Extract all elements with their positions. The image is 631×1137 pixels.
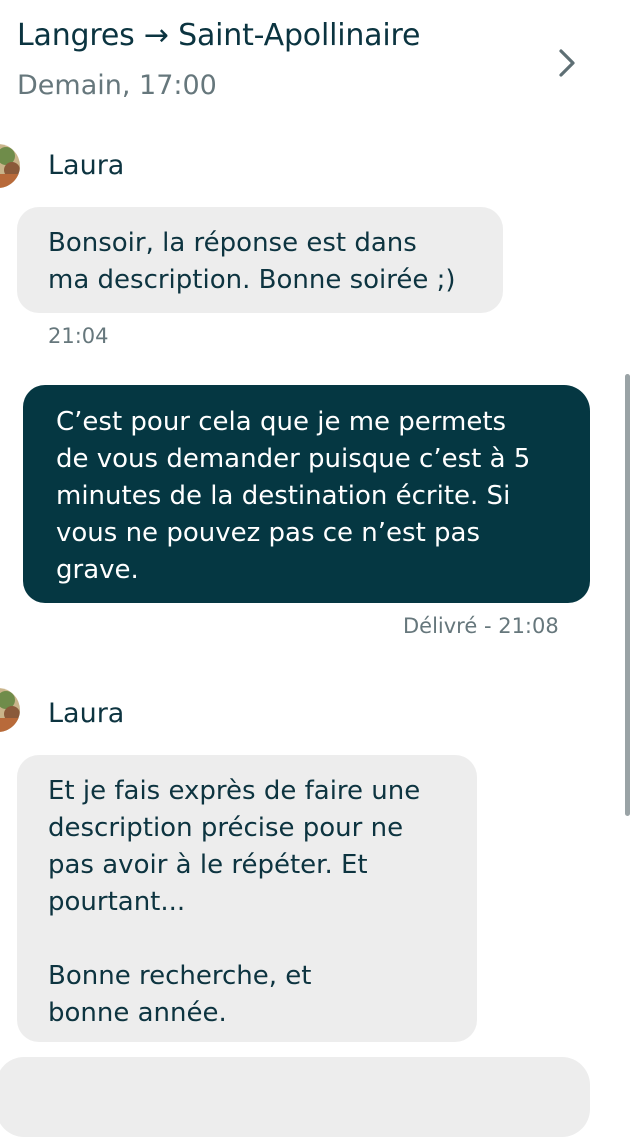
- message-bubble-outgoing: C’est pour cela que je me permets de vou…: [23, 385, 590, 603]
- chevron-right-icon[interactable]: [552, 46, 582, 80]
- trip-header[interactable]: Langres → Saint-Apollinaire Demain, 17:0…: [0, 0, 631, 120]
- trip-route: Langres → Saint-Apollinaire: [17, 18, 421, 53]
- message-line: grave.: [56, 555, 139, 585]
- sender-name: Laura: [48, 698, 125, 729]
- delivery-status: Délivré - 21:08: [403, 614, 559, 638]
- message-composer[interactable]: [0, 1057, 590, 1137]
- avatar[interactable]: [0, 688, 20, 732]
- avatar[interactable]: [0, 144, 20, 188]
- message-line: de vous demander puisque c’est à 5: [56, 444, 531, 474]
- message-line: Bonne recherche, et: [48, 961, 312, 991]
- sender-name: Laura: [48, 150, 125, 181]
- message-bubble-incoming: Et je fais exprès de faire une descripti…: [17, 755, 477, 1042]
- message-line: pourtant...: [48, 887, 186, 917]
- message-line: [48, 921, 447, 958]
- scrollbar[interactable]: [625, 374, 630, 816]
- message-line: pas avoir à le répéter. Et: [48, 850, 368, 880]
- trip-date: Demain, 17:00: [17, 70, 217, 101]
- message-line: minutes de la destination écrite. Si: [56, 481, 511, 511]
- message-line: Bonsoir, la réponse est dans: [48, 228, 417, 258]
- message-line: description précise pour ne: [48, 813, 404, 843]
- message-line: ma description. Bonne soirée ;): [48, 265, 456, 295]
- message-line: vous ne pouvez pas ce n’est pas: [56, 518, 481, 548]
- message-bubble-incoming: Bonsoir, la réponse est dans ma descript…: [17, 207, 503, 313]
- message-line: C’est pour cela que je me permets: [56, 407, 507, 437]
- message-line: bonne année.: [48, 998, 227, 1028]
- message-line: Et je fais exprès de faire une: [48, 776, 421, 806]
- message-time: 21:04: [48, 324, 109, 348]
